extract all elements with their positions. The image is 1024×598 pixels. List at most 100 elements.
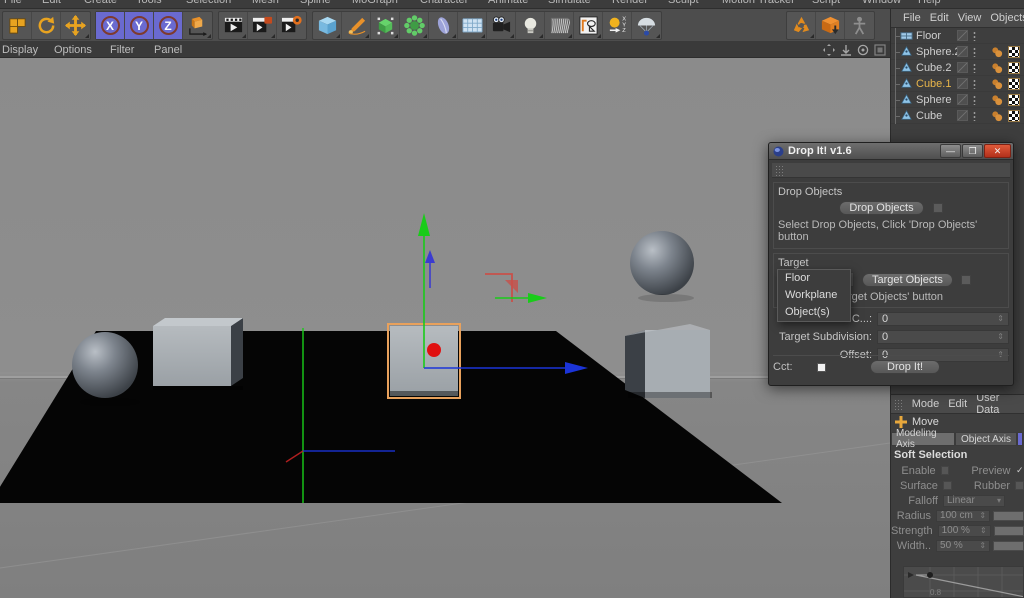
lock-y-axis-button[interactable]: Y [125, 12, 154, 39]
phong-tag-icon[interactable] [991, 94, 1003, 106]
viewport-menu-display[interactable]: Display [2, 44, 38, 56]
attr-row-surface[interactable]: SurfaceRubber [891, 478, 1024, 493]
falloff-curve-graph[interactable]: 0.8 [903, 566, 1024, 598]
pan-viewport-icon[interactable] [823, 44, 835, 56]
menu-item-mesh[interactable]: Mesh [252, 0, 279, 6]
phong-tag-icon[interactable] [991, 62, 1003, 74]
menu-item-render[interactable]: Render [612, 0, 648, 6]
add-hair-button[interactable] [545, 12, 574, 39]
menu-item-file[interactable]: File [4, 0, 22, 6]
expand-corner-icon[interactable] [452, 34, 456, 38]
tab-object-axis[interactable]: Object Axis [955, 432, 1017, 446]
expand-corner-icon[interactable] [810, 34, 814, 38]
tab-modeling-axis[interactable]: Modeling Axis [891, 432, 955, 446]
menu-item-window[interactable]: Window [862, 0, 901, 6]
phong-tag-icon[interactable] [991, 110, 1003, 122]
object-row-sphere-2[interactable]: Sphere.2 [891, 44, 1024, 60]
expand-corner-icon[interactable] [568, 34, 572, 38]
add-generator-button[interactable] [371, 12, 400, 39]
add-mograph-button[interactable] [574, 12, 603, 39]
maximize-button[interactable]: ❐ [962, 144, 983, 158]
world-object-coordinates-button[interactable] [183, 12, 212, 39]
grip-dots-icon[interactable] [775, 165, 784, 176]
material-tag-icon[interactable] [1008, 94, 1020, 106]
tab-overflow-indicator[interactable] [1017, 432, 1023, 446]
expand-corner-icon[interactable] [271, 34, 275, 38]
lock-z-axis-button[interactable]: Z [154, 12, 183, 39]
object-visibility-dots[interactable] [973, 95, 976, 105]
object-row-cube-2[interactable]: Cube.2 [891, 60, 1024, 76]
attr-row-enable[interactable]: EnablePreview✓ [891, 463, 1024, 478]
object-visibility-dots[interactable] [973, 47, 976, 57]
add-light-button[interactable] [516, 12, 545, 39]
menu-item-script[interactable]: Script [812, 0, 840, 6]
target-objects-checkbox[interactable] [961, 275, 971, 285]
menu-item-selection[interactable]: Selection [186, 0, 231, 6]
minimize-button[interactable]: — [940, 144, 961, 158]
attr-checkbox-secondary[interactable] [1015, 481, 1024, 490]
object-list[interactable]: FloorSphere.2Cube.2Cube.1SphereCube [891, 28, 1024, 124]
attribute-fields[interactable]: EnablePreview✓SurfaceRubberFalloffLinear… [891, 463, 1024, 553]
content-browser-button[interactable] [787, 12, 816, 39]
drop-objects-checkbox[interactable] [933, 203, 943, 213]
expand-corner-icon[interactable] [656, 34, 660, 38]
expand-corner-icon[interactable] [242, 34, 246, 38]
object-visibility-dots[interactable] [973, 111, 976, 121]
menu-item-mograph[interactable]: MoGraph [352, 0, 398, 6]
redo-button[interactable] [32, 12, 61, 39]
expand-corner-icon[interactable] [394, 34, 398, 38]
attr-slider[interactable] [993, 541, 1024, 551]
drop-it-dialog[interactable]: Drop It! v1.6 —❐✕ Drop Objects Drop Obje… [768, 142, 1014, 386]
viewport-menu-panel[interactable]: Panel [154, 44, 182, 56]
viewport-3d[interactable] [0, 58, 890, 598]
spinner-icon[interactable]: ⇕ [979, 510, 986, 521]
character-tools-button[interactable] [845, 12, 874, 39]
dropdown-option-objects[interactable]: Object(s) [778, 304, 850, 321]
expand-corner-icon[interactable] [85, 34, 89, 38]
lock-x-axis-button[interactable]: X [96, 12, 125, 39]
move-tool-button[interactable] [61, 12, 90, 39]
menu-item-spline[interactable]: Spline [300, 0, 331, 6]
menu-item-help[interactable]: Help [918, 0, 941, 6]
spinner-icon[interactable]: ⇕ [979, 540, 986, 551]
add-spline-button[interactable] [342, 12, 371, 39]
add-xpresso-button[interactable]: XYZ [603, 12, 632, 39]
object-manager-menu-view[interactable]: View [958, 12, 982, 24]
object-layer-slot[interactable] [957, 110, 968, 121]
dialog-title-bar[interactable]: Drop It! v1.6 —❐✕ [769, 143, 1013, 160]
render-settings-button[interactable] [277, 12, 306, 39]
object-layer-slot[interactable] [957, 30, 968, 41]
main-menu-bar[interactable]: FileEditCreateToolsSelectionMeshSplineMo… [0, 0, 1024, 9]
attribute-manager-menu-user-data[interactable]: User Data [976, 394, 1024, 416]
add-physical-sky-button[interactable] [458, 12, 487, 39]
viewport-nav-icons[interactable] [823, 44, 886, 56]
object-manager-menu-file[interactable]: File [903, 12, 921, 24]
attr-value-field[interactable]: Linear▾ [943, 495, 1005, 507]
expand-corner-icon[interactable] [423, 34, 427, 38]
expand-corner-icon[interactable] [336, 34, 340, 38]
material-tag-icon[interactable] [1008, 46, 1020, 58]
spinner-icon[interactable]: ⇕ [997, 332, 1004, 341]
viewport-menu-bar[interactable]: DisplayOptionsFilterPanel [0, 42, 890, 58]
rotate-viewport-icon[interactable] [857, 44, 869, 56]
attr-value-field[interactable]: 50 %⇕ [936, 540, 990, 552]
attribute-tabs[interactable]: Modeling AxisObject Axis [891, 432, 1024, 446]
menu-item-simulate[interactable]: Simulate [548, 0, 591, 6]
material-tag-icon[interactable] [1008, 78, 1020, 90]
phong-tag-icon[interactable] [991, 78, 1003, 90]
maximize-viewport-icon[interactable] [874, 44, 886, 56]
attr-row-radius[interactable]: Radius100 cm⇕ [891, 508, 1024, 523]
number-row-field[interactable]: 0⇕ [877, 330, 1009, 344]
dropdown-option-workplane[interactable]: Workplane [778, 287, 850, 304]
add-scene-object-button[interactable] [429, 12, 458, 39]
window-buttons[interactable]: —❐✕ [940, 144, 1011, 158]
attr-checkbox[interactable] [941, 466, 950, 475]
attr-value-field[interactable]: 100 cm⇕ [936, 510, 990, 522]
menu-item-sculpt[interactable]: Sculpt [668, 0, 699, 6]
number-row-field[interactable]: 0⇕ [877, 312, 1009, 326]
drop-it-action-button[interactable]: Drop It! [870, 360, 940, 374]
viewport-menu-options[interactable]: Options [54, 44, 92, 56]
target-type-dropdown-list[interactable]: FloorWorkplaneObject(s) [777, 269, 851, 322]
menu-item-edit[interactable]: Edit [42, 0, 61, 6]
undo-button[interactable] [3, 12, 32, 39]
